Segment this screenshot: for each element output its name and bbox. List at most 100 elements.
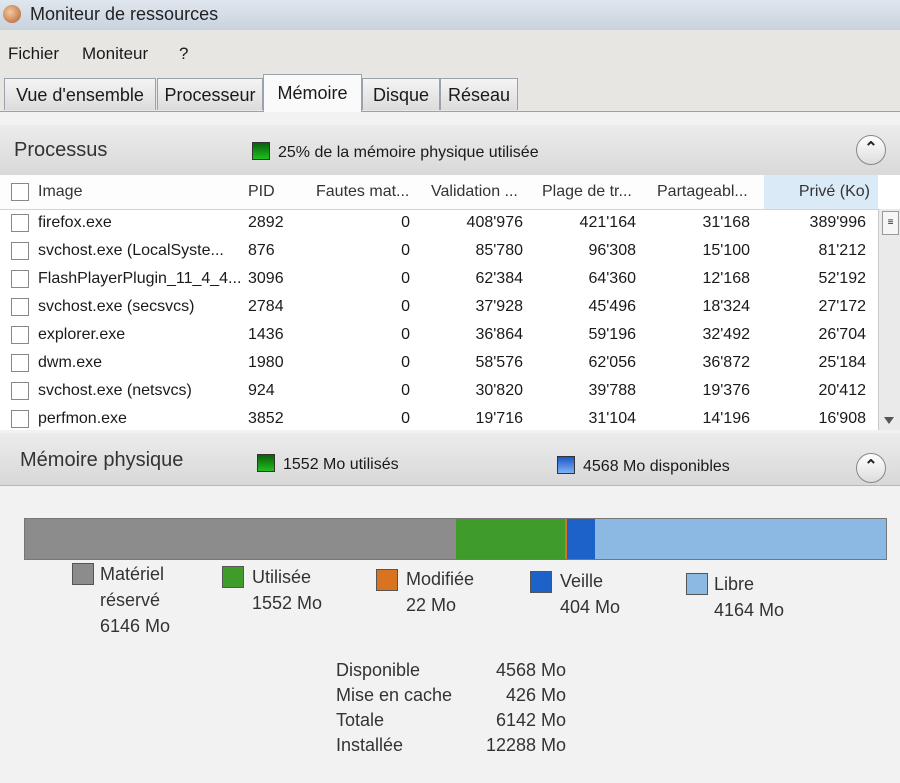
cell-shareable: 32'492 [702,326,750,343]
cell-private: 25'184 [818,354,866,371]
legend-swatch-modified [376,569,398,591]
col-working-set[interactable]: Plage de tr... [542,183,632,201]
col-shareable[interactable]: Partageabl... [657,183,748,201]
legend-item-free: Libre 4164 Mo [714,571,784,623]
row-checkbox[interactable] [11,410,29,428]
cell-faults: 0 [401,326,410,343]
col-faults[interactable]: Fautes mat... [316,183,409,201]
tab-memoire[interactable]: Mémoire [263,74,362,112]
row-checkbox[interactable] [11,298,29,316]
processes-summary-text: 25% de la mémoire physique utilisée [278,144,539,161]
tab-disque[interactable]: Disque [362,78,440,110]
cell-image: firefox.exe [38,214,112,231]
legend-swatch-free [686,573,708,595]
row-checkbox[interactable] [11,242,29,260]
row-checkbox[interactable] [11,214,29,232]
legend-swatch-standby [530,571,552,593]
cell-pid: 876 [248,242,275,259]
cell-private: 26'704 [818,326,866,343]
col-private[interactable]: Privé (Ko) [764,175,878,209]
table-row[interactable]: firefox.exe 2892 0 408'976 421'164 31'168 389'… [0,209,878,237]
row-checkbox[interactable] [11,354,29,372]
menu-help[interactable]: ? [179,44,188,64]
select-all-checkbox[interactable] [11,183,29,201]
used-memory-icon [257,454,275,472]
cell-private: 20'412 [818,382,866,399]
physical-memory-header[interactable]: Mémoire physique 1552 Mo utilisés 4568 M… [0,433,900,486]
cell-commit: 30'820 [475,382,523,399]
table-row[interactable]: perfmon.exe 3852 0 19'716 31'104 14'196 16'908 [0,405,878,430]
cell-pid: 924 [248,382,275,399]
processes-summary: 25% de la mémoire physique utilisée [252,142,539,162]
legend-swatch-reserved [72,563,94,585]
process-scrollbar[interactable]: ≡ [878,209,900,430]
cell-faults: 0 [401,270,410,287]
cell-working-set: 421'164 [579,214,636,231]
table-row[interactable]: svchost.exe (secsvcs) 2784 0 37'928 45'496 18… [0,293,878,321]
cell-working-set: 31'104 [588,410,636,427]
scrollbar-thumb[interactable]: ≡ [882,211,899,235]
collapse-processes-button[interactable]: ⌃ [856,135,886,165]
bar-segment-reserved [25,519,456,559]
legend-text: Veille [560,571,604,591]
cell-working-set: 62'056 [588,354,636,371]
chevron-up-icon: ⌃ [864,140,878,157]
used-summary-text: 1552 Mo utilisés [283,456,399,473]
cell-private: 52'192 [818,270,866,287]
cell-image: svchost.exe (LocalSyste... [38,242,224,259]
process-table: Image PID Fautes mat... Validation ... P… [0,175,900,430]
cell-faults: 0 [401,214,410,231]
stat-row: Disponible 4568 Mo [336,660,576,685]
col-pid[interactable]: PID [248,183,275,201]
bar-segment-standby [567,519,595,559]
stat-value: 12288 Mo [485,735,566,755]
tab-vue-ensemble[interactable]: Vue d'ensemble [4,78,156,110]
stat-row: Totale 6142 Mo [336,710,576,735]
cell-commit: 58'576 [475,354,523,371]
cell-pid: 2784 [248,298,284,315]
stat-row: Installée 12288 Mo [336,735,576,760]
used-summary: 1552 Mo utilisés [257,454,399,474]
cell-commit: 408'976 [466,214,523,231]
cell-private: 27'172 [818,298,866,315]
cell-shareable: 15'100 [702,242,750,259]
cell-working-set: 59'196 [588,326,636,343]
stat-label: Totale [336,710,385,730]
cell-shareable: 31'168 [702,214,750,231]
legend-swatch-used [222,566,244,588]
table-row[interactable]: dwm.exe 1980 0 58'576 62'056 36'872 25'184 [0,349,878,377]
cell-private: 389'996 [809,214,866,231]
physical-memory-title: Mémoire physique [20,449,184,471]
row-checkbox[interactable] [11,270,29,288]
cell-shareable: 19'376 [702,382,750,399]
cell-image: svchost.exe (netsvcs) [38,382,192,399]
cell-working-set: 39'788 [588,382,636,399]
window-title: Moniteur de ressources [30,4,219,24]
tab-processeur[interactable]: Processeur [157,78,263,110]
cell-faults: 0 [401,354,410,371]
processes-header[interactable]: Processus 25% de la mémoire physique uti… [0,125,900,178]
stat-value: 4568 Mo [495,660,566,680]
legend-text: Matériel [100,564,165,584]
cell-faults: 0 [401,298,410,315]
collapse-physical-button[interactable]: ⌃ [856,453,886,483]
row-checkbox[interactable] [11,326,29,344]
available-summary-text: 4568 Mo disponibles [583,458,730,475]
menu-fichier[interactable]: Fichier [8,44,59,64]
resource-monitor-icon[interactable] [3,5,21,23]
cell-private: 81'212 [818,242,866,259]
table-row[interactable]: FlashPlayerPlugin_11_4_4... 3096 0 62'384 64… [0,265,878,293]
scroll-down-icon[interactable] [884,417,894,424]
table-row[interactable]: svchost.exe (LocalSyste... 876 0 85'780 96'3… [0,237,878,265]
col-commit[interactable]: Validation ... [431,183,518,201]
table-row[interactable]: svchost.exe (netsvcs) 924 0 30'820 39'788 19'… [0,377,878,405]
legend-text: réservé [100,590,161,610]
legend-item-used: Utilisée 1552 Mo [252,564,322,616]
cell-private: 16'908 [818,410,866,427]
row-checkbox[interactable] [11,382,29,400]
table-row[interactable]: explorer.exe 1436 0 36'864 59'196 32'492 26'70… [0,321,878,349]
tab-reseau[interactable]: Réseau [440,78,518,110]
stat-label: Mise en cache [336,685,453,705]
menu-moniteur[interactable]: Moniteur [82,44,148,64]
col-image[interactable]: Image [38,183,82,201]
